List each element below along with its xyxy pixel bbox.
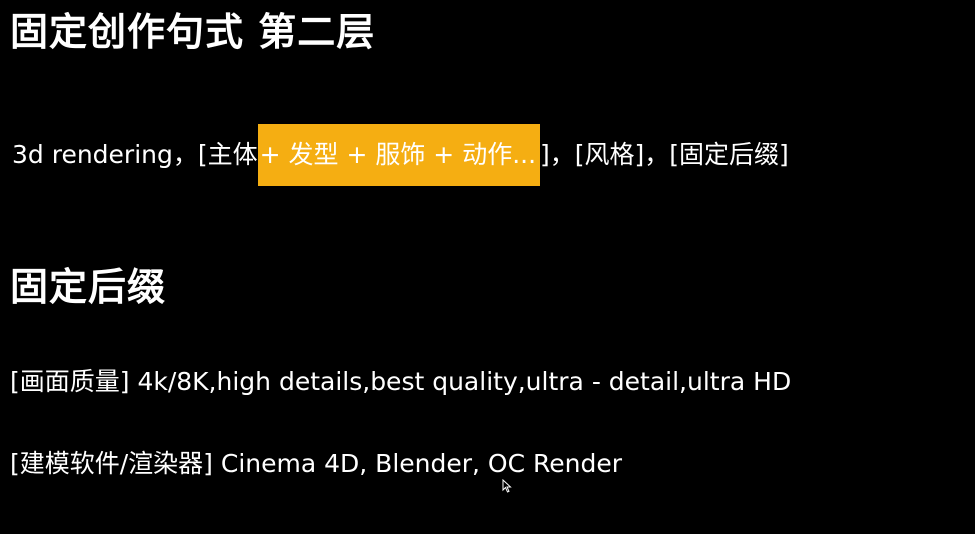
suffix-heading: 固定后缀 [10, 265, 167, 309]
slide: 固定创作句式 第二层 3d rendering，[主体 + 发型 + 服饰 + … [0, 0, 975, 534]
formula-line: 3d rendering，[主体 + 发型 + 服饰 + 动作...]，[风格]… [12, 124, 789, 186]
formula-suffix: ]，[风格]，[固定后缀] [540, 140, 789, 169]
mouse-pointer-icon [502, 479, 512, 493]
formula-highlight: + 发型 + 服饰 + 动作... [257, 124, 541, 186]
quality-line: [画面质量] 4k/8K,high details,best quality,u… [10, 367, 792, 396]
software-line: [建模软件/渲染器] Cinema 4D, Blender, OC Render [10, 449, 623, 478]
formula-prefix: 3d rendering，[主体 [12, 140, 258, 169]
page-title: 固定创作句式 第二层 [10, 10, 376, 54]
